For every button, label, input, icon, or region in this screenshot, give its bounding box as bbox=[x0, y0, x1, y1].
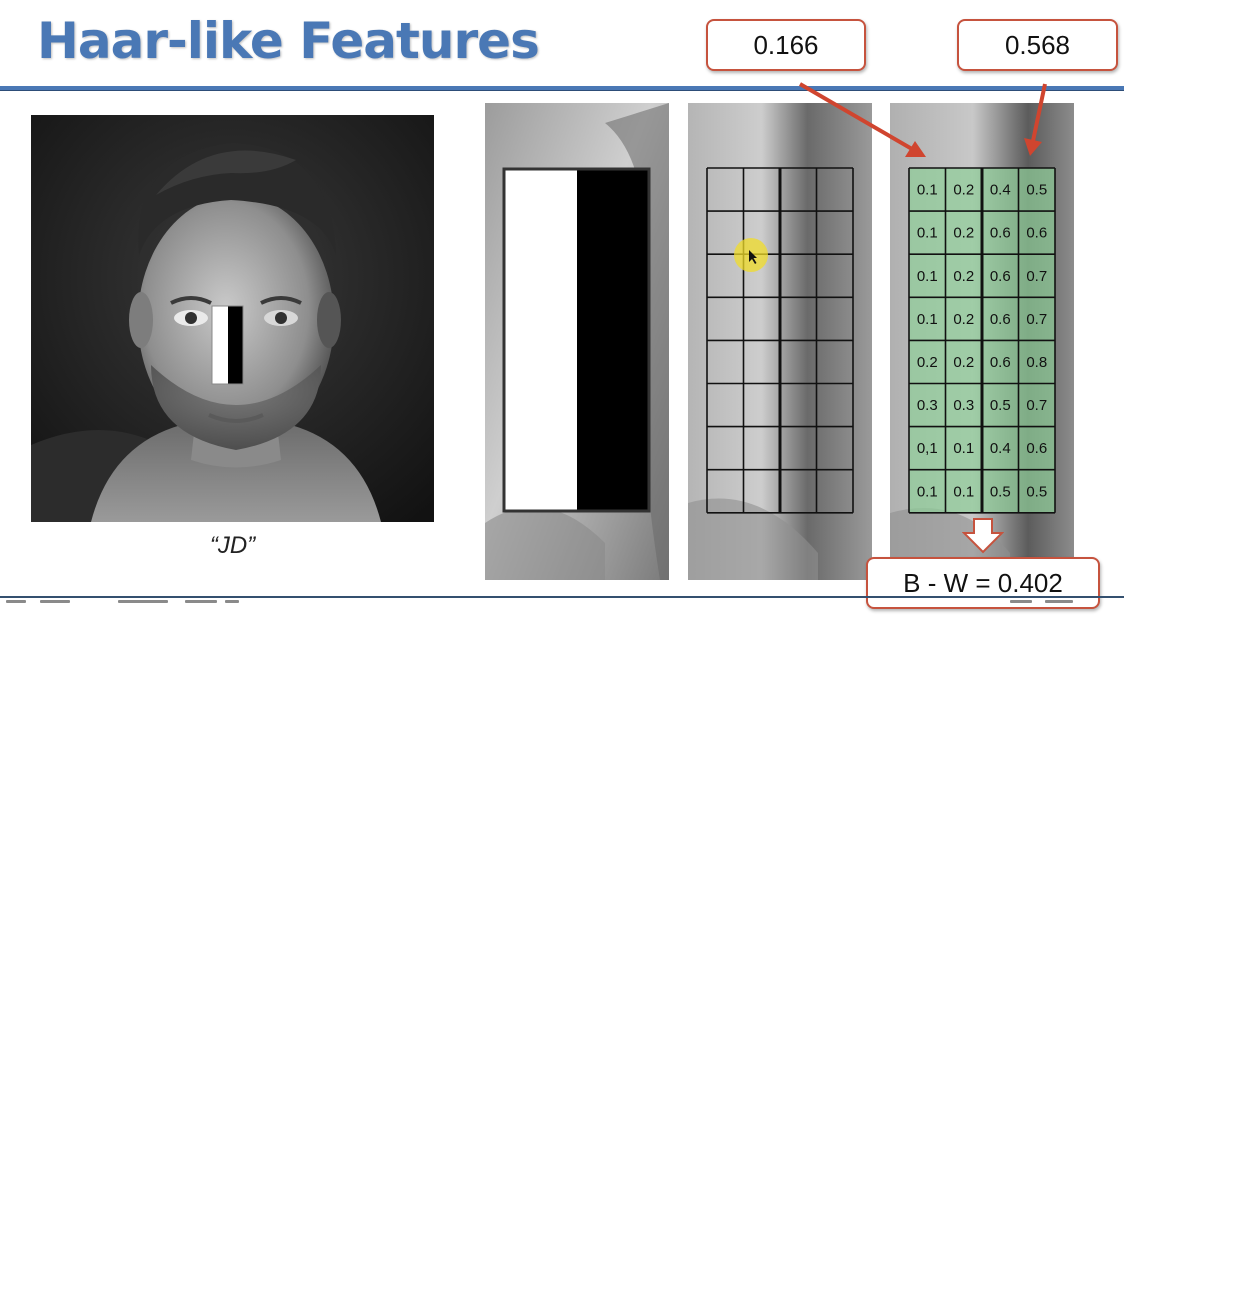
footer-cutoff bbox=[0, 598, 1124, 610]
red-arrow-icon bbox=[798, 82, 1047, 157]
slide: Haar-like Features 0.166 0.568 “JD” 0.1 … bbox=[0, 0, 1243, 620]
down-arrow-icon bbox=[962, 518, 1004, 554]
